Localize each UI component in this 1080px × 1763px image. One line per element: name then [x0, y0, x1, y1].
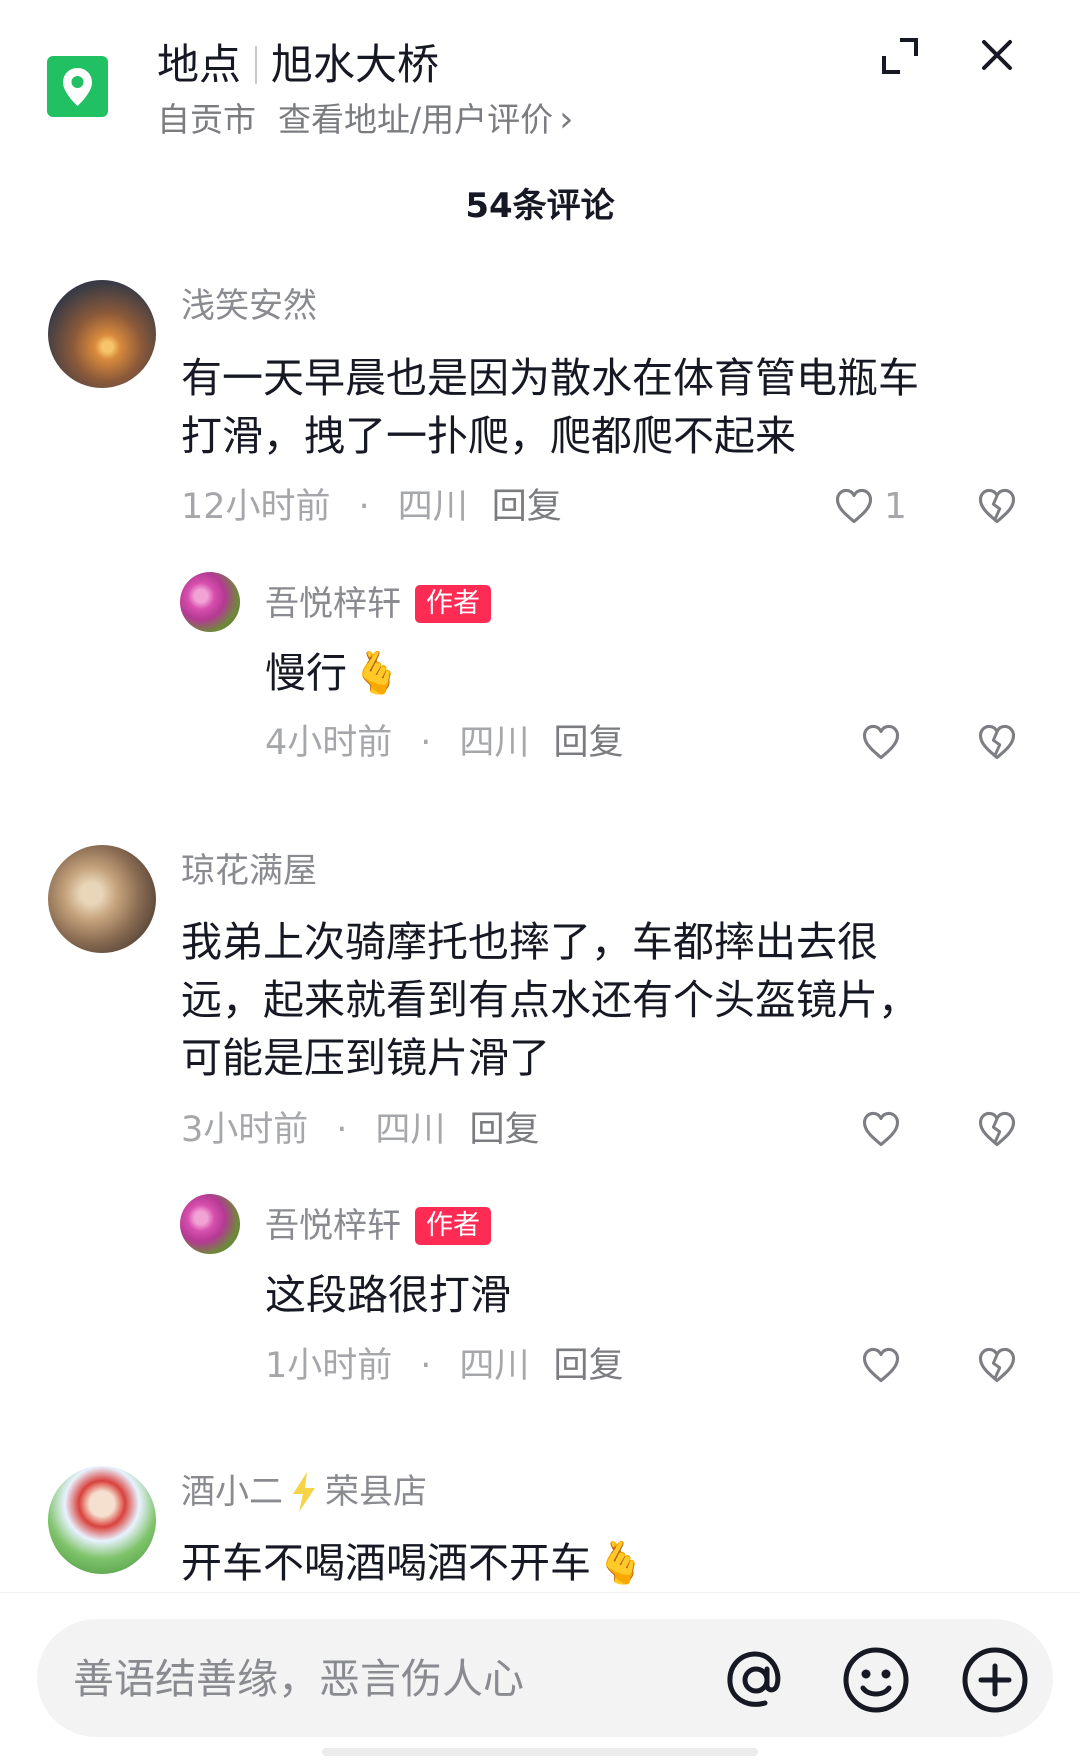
- username-part: 酒小二: [181, 1472, 283, 1512]
- city-label: 自贡市: [157, 100, 256, 139]
- reply-meta: 1小时前 · 四川 回复: [265, 1344, 623, 1388]
- finger-heart-emoji: 🫰: [351, 649, 403, 697]
- close-icon: [982, 40, 1012, 70]
- heart-outline-icon: [832, 484, 876, 528]
- mention-button[interactable]: [721, 1645, 791, 1719]
- avatar[interactable]: [48, 845, 156, 953]
- comment-count: 54条评论: [465, 186, 615, 226]
- reply-button[interactable]: 回复: [469, 1108, 539, 1152]
- lightning-icon: [293, 1472, 315, 1512]
- meta-separator: ·: [420, 1346, 432, 1386]
- avatar[interactable]: [48, 280, 156, 388]
- plus-circle-icon: [962, 1647, 1028, 1713]
- comment-time: 12小时前: [181, 487, 331, 527]
- dislike-button[interactable]: [975, 484, 1019, 532]
- at-icon: [727, 1651, 781, 1707]
- meta-separator: ·: [336, 1110, 348, 1150]
- reply-text: 这段路很打滑: [265, 1271, 511, 1319]
- comment-text: 有一天早晨也是因为散水在体育管电瓶车 打滑，拽了一扑爬，爬都爬不起来: [181, 349, 919, 465]
- reply-region: 四川: [459, 723, 530, 763]
- comment-username[interactable]: 琼花满屋: [181, 849, 317, 893]
- expand-icon: [882, 38, 918, 74]
- section-label: 地点: [157, 40, 242, 89]
- like-count: 1: [884, 485, 907, 527]
- meta-separator: ·: [420, 723, 432, 763]
- comment-text-line: 可能是压到镜片滑了: [181, 1034, 550, 1082]
- reply-time: 4小时前: [265, 723, 393, 763]
- comment-text-line: 打滑，拽了一扑爬，爬都爬不起来: [181, 412, 796, 460]
- comment-username[interactable]: 酒小二 荣县店: [181, 1470, 427, 1514]
- broken-heart-icon: [975, 1107, 1019, 1151]
- like-button[interactable]: 1: [832, 484, 907, 528]
- broken-heart-icon: [975, 720, 1019, 764]
- comment-input-placeholder: 善语结善缘，恶言伤人心: [73, 1655, 524, 1703]
- avatar[interactable]: [180, 1194, 240, 1254]
- title-divider: [255, 46, 258, 84]
- comment-username[interactable]: 浅笑安然: [181, 284, 317, 328]
- comment-text: 开车不喝酒喝酒不开车🫰: [181, 1534, 646, 1592]
- like-button[interactable]: [859, 720, 903, 768]
- dislike-button[interactable]: [975, 1107, 1019, 1155]
- comment-text-line: 我弟上次骑摩托也摔了，车都摔出去很: [181, 918, 878, 966]
- reply-time: 1小时前: [265, 1346, 393, 1386]
- reply-user-row: 吾悦梓轩 作者: [265, 582, 491, 626]
- comment-text-content: 开车不喝酒喝酒不开车: [181, 1539, 591, 1587]
- comment-text-line: 有一天早晨也是因为散水在体育管电瓶车: [181, 354, 919, 402]
- close-button[interactable]: [976, 34, 1018, 76]
- reply-button[interactable]: 回复: [553, 721, 623, 765]
- view-address-link[interactable]: 查看地址/用户评价: [278, 99, 553, 141]
- meta-separator: ·: [358, 487, 370, 527]
- smiley-icon: [843, 1647, 909, 1713]
- reply-username[interactable]: 吾悦梓轩: [265, 582, 401, 626]
- comment-region: 四川: [397, 487, 468, 527]
- reply-meta: 4小时前 · 四川 回复: [265, 721, 623, 765]
- comment-region: 四川: [375, 1110, 446, 1150]
- reply-user-row: 吾悦梓轩 作者: [265, 1204, 491, 1248]
- author-badge: 作者: [415, 585, 491, 623]
- dislike-button[interactable]: [975, 1343, 1019, 1391]
- place-name: 旭水大桥: [271, 40, 440, 89]
- broken-heart-icon: [975, 1343, 1019, 1387]
- avatar[interactable]: [180, 572, 240, 632]
- author-badge: 作者: [415, 1207, 491, 1245]
- avatar[interactable]: [48, 1466, 156, 1574]
- reply-region: 四川: [459, 1346, 530, 1386]
- comment-text-line: 远，起来就看到有点水还有个头盔镜片，: [181, 976, 919, 1024]
- reply-button[interactable]: 回复: [553, 1344, 623, 1388]
- comment-meta: 12小时前 · 四川 回复: [181, 485, 562, 529]
- expand-button[interactable]: [878, 34, 922, 78]
- reply-text: 慢行🫰: [265, 644, 402, 702]
- map-pin-icon: [47, 56, 108, 117]
- comment-text: 我弟上次骑摩托也摔了，车都摔出去很 远，起来就看到有点水还有个头盔镜片， 可能是…: [181, 913, 919, 1087]
- heart-outline-icon: [859, 1107, 903, 1151]
- reply-button[interactable]: 回复: [492, 485, 562, 529]
- add-button[interactable]: [960, 1645, 1030, 1719]
- location-subtitle[interactable]: 自贡市 查看地址/用户评价 ›: [157, 99, 574, 141]
- location-title[interactable]: 地点 旭水大桥: [157, 40, 439, 90]
- comment-meta: 3小时前 · 四川 回复: [181, 1108, 539, 1152]
- broken-heart-icon: [975, 484, 1019, 528]
- reply-username[interactable]: 吾悦梓轩: [265, 1204, 401, 1248]
- finger-heart-emoji: 🫰: [595, 1539, 647, 1587]
- emoji-button[interactable]: [841, 1645, 911, 1719]
- home-indicator: [322, 1748, 758, 1756]
- username-part: 荣县店: [325, 1472, 427, 1512]
- like-button[interactable]: [859, 1343, 903, 1391]
- heart-outline-icon: [859, 720, 903, 764]
- like-button[interactable]: [859, 1107, 903, 1155]
- reply-text-content: 慢行: [265, 649, 347, 697]
- comment-time: 3小时前: [181, 1110, 309, 1150]
- heart-outline-icon: [859, 1343, 903, 1387]
- dislike-button[interactable]: [975, 720, 1019, 768]
- chevron-right-icon: ›: [559, 99, 574, 140]
